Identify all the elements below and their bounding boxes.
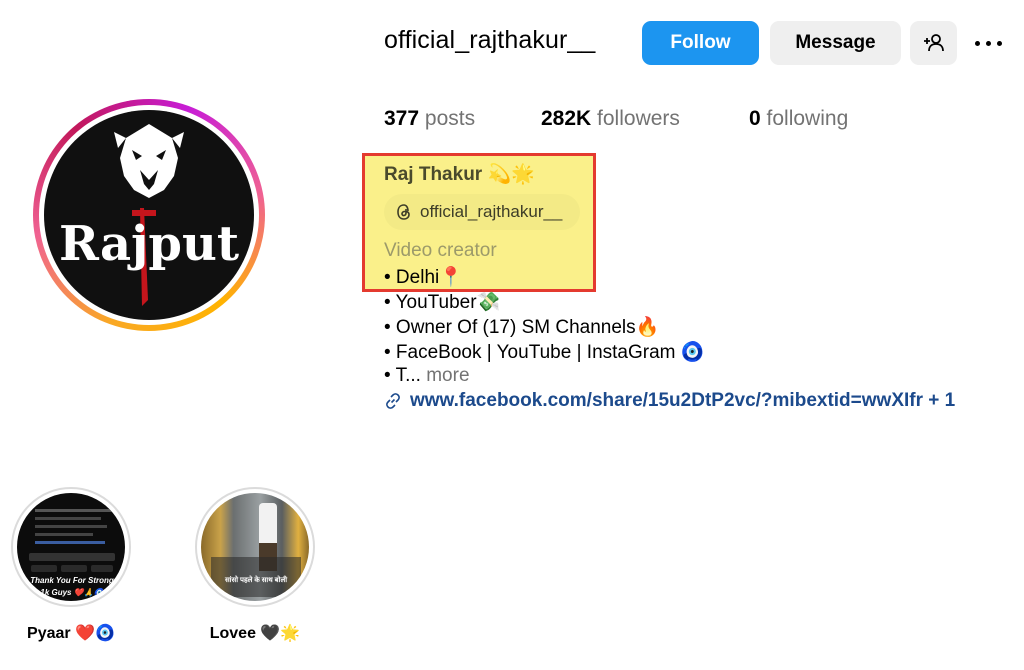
more-options-icon[interactable] <box>975 34 1007 52</box>
highlight-thumb-text-1: सांसो पहले के साथ बोली <box>224 577 288 584</box>
avatar-gap: Rajput <box>39 105 259 325</box>
bio-line-youtuber: • YouTuber💸 <box>384 292 501 313</box>
bio-line-location: • Delhi📍 <box>384 267 463 288</box>
rajput-logo-icon: Rajput <box>59 124 239 306</box>
follow-button[interactable]: Follow <box>642 21 759 65</box>
bio-line-truncated: • T... more <box>384 365 470 387</box>
following-count: 0 <box>749 107 761 130</box>
threads-handle: official_rajthakur__ <box>420 202 563 221</box>
avatar-logo-text: Rajput <box>59 216 239 272</box>
followers-stat[interactable]: 282K followers <box>541 107 680 131</box>
followers-count: 282K <box>541 107 592 130</box>
avatar-image: Rajput <box>44 110 254 320</box>
bio-display-name: Raj Thakur 💫🌟 <box>384 164 535 185</box>
highlight-thumb-text-2: 1k Guys ❤️🙏🧿 <box>40 588 104 597</box>
threads-badge[interactable]: official_rajthakur__ <box>384 194 580 230</box>
highlight-label: Pyaar ❤️🧿 <box>27 625 115 642</box>
posts-stat[interactable]: 377 posts <box>384 107 475 131</box>
story-highlight-lovee[interactable]: सांसो पहले के साथ बोली Lovee 🖤🌟 <box>195 487 315 642</box>
followers-label: followers <box>597 107 680 130</box>
following-label: following <box>766 107 849 130</box>
highlight-ring: Thank You For Strong 1k Guys ❤️🙏🧿 <box>11 487 131 607</box>
bio-link-text: www.facebook.com/share/15u2DtP2vc/?mibex… <box>410 390 956 411</box>
profile-avatar[interactable]: Rajput <box>33 99 265 331</box>
posts-label: posts <box>424 107 476 130</box>
highlight-thumbnail: सांसो पहले के साथ बोली <box>201 493 309 601</box>
bio-line-platforms: • FaceBook | YouTube | InstaGram 🧿 <box>384 342 705 363</box>
posts-count: 377 <box>384 107 420 130</box>
bio-external-link[interactable]: www.facebook.com/share/15u2DtP2vc/?mibex… <box>384 390 955 412</box>
bio-truncated-text: • T... <box>384 365 421 386</box>
story-highlight-pyaar[interactable]: Thank You For Strong 1k Guys ❤️🙏🧿 Pyaar … <box>11 487 131 642</box>
threads-icon <box>397 204 410 220</box>
highlight-thumb-text-1: Thank You For Strong <box>30 576 114 585</box>
link-icon <box>386 393 400 409</box>
highlight-thumbnail: Thank You For Strong 1k Guys ❤️🙏🧿 <box>17 493 125 601</box>
add-user-button[interactable] <box>910 21 957 65</box>
highlight-ring: सांसो पहले के साथ बोली <box>195 487 315 607</box>
message-button[interactable]: Message <box>770 21 901 65</box>
person-add-icon <box>923 34 944 52</box>
bio-category: Video creator <box>384 240 497 261</box>
bio-more-link[interactable]: more <box>426 365 469 386</box>
highlight-label: Lovee 🖤🌟 <box>209 625 301 642</box>
bio-line-channels: • Owner Of (17) SM Channels🔥 <box>384 317 660 338</box>
username: official_rajthakur__ <box>384 26 596 54</box>
following-stat[interactable]: 0 following <box>749 107 848 131</box>
